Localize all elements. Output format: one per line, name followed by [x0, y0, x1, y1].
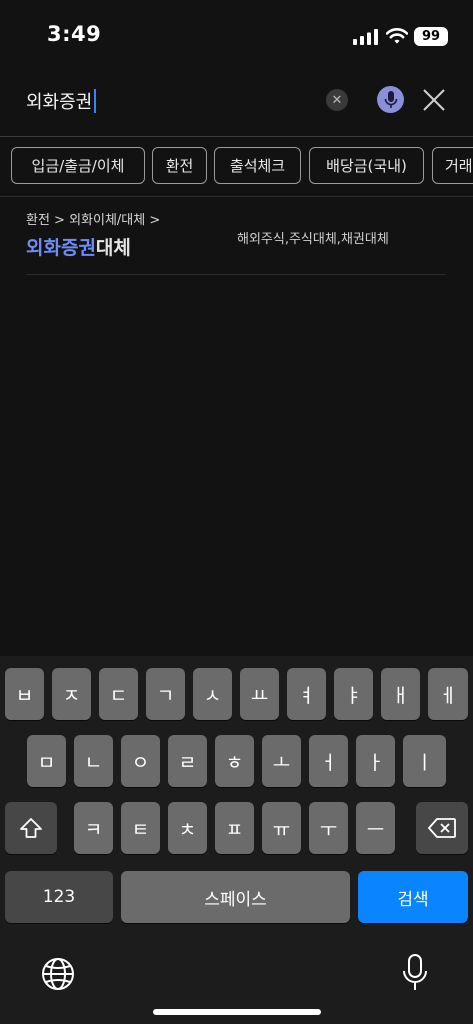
key-pieup[interactable]: ㅍ	[215, 802, 254, 854]
dictation-microphone-icon[interactable]	[402, 954, 428, 992]
key-ieung[interactable]: ㅇ	[121, 735, 160, 787]
chip-trade[interactable]: 거래	[432, 147, 473, 184]
key-a[interactable]: ㅏ	[356, 735, 395, 787]
korean-keyboard: ㅂ ㅈ ㄷ ㄱ ㅅ ㅛ ㅕ ㅑ ㅐ ㅔ ㅁ ㄴ ㅇ ㄹ ㅎ ㅗ ㅓ ㅏ ㅣ ㅋ …	[0, 656, 473, 1024]
key-eu[interactable]: ㅡ	[356, 802, 395, 854]
result-breadcrumb: 환전 > 외화이체/대체 >	[26, 213, 161, 228]
space-key-label: 스페이스	[204, 889, 267, 910]
key-i[interactable]: ㅣ	[403, 735, 446, 787]
key-chieut[interactable]: ㅊ	[168, 802, 207, 854]
wifi-icon	[386, 28, 408, 44]
clear-icon: ✕	[331, 92, 343, 108]
globe-icon[interactable]	[40, 956, 76, 992]
result-divider	[26, 274, 446, 275]
numbers-key-label: 123	[42, 887, 76, 907]
microphone-icon	[384, 90, 397, 108]
voice-search-button[interactable]	[377, 86, 404, 113]
chip-exchange[interactable]: 환전	[152, 147, 207, 184]
key-eo[interactable]: ㅓ	[309, 735, 348, 787]
chip-dividend-domestic[interactable]: 배당금(국내)	[309, 147, 424, 184]
result-title: 외화증권대체	[26, 233, 131, 260]
result-title-rest: 대체	[95, 237, 131, 259]
quick-filter-chips: 입금/출금/이체 환전 출석체크 배당금(국내) 거래	[0, 147, 473, 187]
backspace-icon	[428, 818, 456, 838]
key-yu[interactable]: ㅠ	[262, 802, 301, 854]
shift-icon	[20, 818, 42, 838]
key-digeut[interactable]: ㄷ	[99, 668, 138, 720]
key-kieuk[interactable]: ㅋ	[74, 802, 113, 854]
result-keywords: 해외주식,주식대체,채권대체	[237, 232, 389, 247]
key-o[interactable]: ㅗ	[262, 735, 301, 787]
search-key[interactable]: 검색	[358, 871, 468, 923]
search-divider	[0, 136, 473, 137]
key-siot[interactable]: ㅅ	[193, 668, 232, 720]
shift-key[interactable]	[5, 802, 57, 854]
key-u[interactable]: ㅜ	[309, 802, 348, 854]
space-key[interactable]: 스페이스	[121, 871, 350, 923]
search-bar: 외화증권 ✕	[0, 70, 473, 134]
battery-indicator: 99	[414, 27, 448, 46]
key-yeo[interactable]: ㅕ	[287, 668, 326, 720]
text-caret	[94, 89, 97, 113]
numbers-key[interactable]: 123	[5, 871, 113, 923]
key-ae[interactable]: ㅐ	[381, 668, 420, 720]
key-jieut[interactable]: ㅈ	[52, 668, 91, 720]
cellular-signal-icon	[353, 29, 378, 45]
clear-search-button[interactable]: ✕	[326, 89, 348, 111]
key-ya[interactable]: ㅑ	[334, 668, 373, 720]
key-giyeok[interactable]: ㄱ	[146, 668, 185, 720]
home-indicator	[153, 1009, 321, 1015]
key-nieun[interactable]: ㄴ	[74, 735, 113, 787]
chip-attendance-check[interactable]: 출석체크	[214, 147, 301, 184]
search-result-item[interactable]: 환전 > 외화이체/대체 > 외화증권대체 해외주식,주식대체,채권대체	[0, 197, 473, 275]
close-search-button[interactable]	[420, 86, 448, 114]
key-yo[interactable]: ㅛ	[240, 668, 279, 720]
search-key-label: 검색	[397, 889, 429, 910]
status-bar: 3:49 99	[0, 0, 473, 70]
status-time: 3:49	[47, 22, 102, 46]
search-input[interactable]: 외화증권	[26, 88, 97, 114]
key-bieup[interactable]: ㅂ	[5, 668, 44, 720]
chip-deposit-withdraw-transfer[interactable]: 입금/출금/이체	[11, 147, 145, 184]
key-mieum[interactable]: ㅁ	[27, 735, 66, 787]
search-input-value: 외화증권	[26, 92, 93, 113]
backspace-key[interactable]	[416, 802, 468, 854]
key-rieul[interactable]: ㄹ	[168, 735, 207, 787]
key-e[interactable]: ㅔ	[428, 668, 468, 720]
key-tieut[interactable]: ㅌ	[121, 802, 160, 854]
result-title-match: 외화증권	[26, 237, 96, 259]
key-hieut[interactable]: ㅎ	[215, 735, 254, 787]
